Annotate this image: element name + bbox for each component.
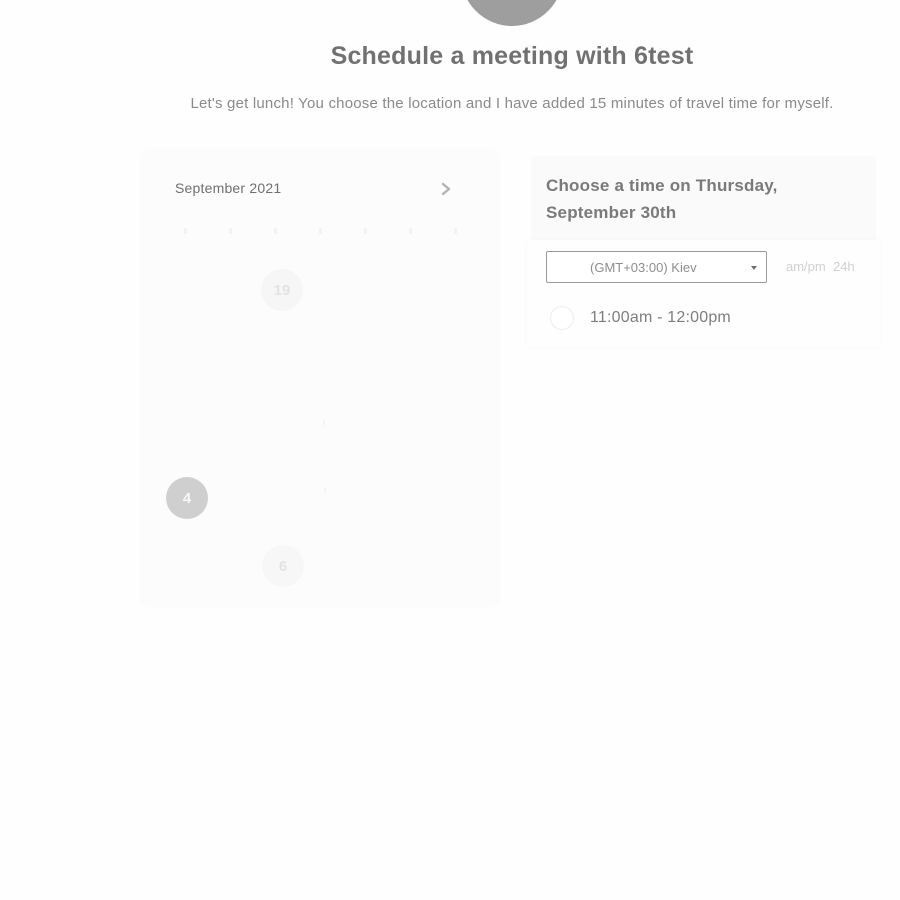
weekday-marker	[184, 228, 187, 234]
calendar-faint-mark	[323, 420, 325, 425]
time-panel-header: Choose a time on Thursday, September 30t…	[531, 156, 876, 240]
radio-icon[interactable]	[550, 306, 574, 330]
weekday-marker	[319, 228, 322, 234]
time-format-toggle: am/pm 24h	[786, 259, 855, 274]
timezone-select[interactable]: (GMT+03:00) Kiev	[546, 251, 767, 283]
weekday-marker	[364, 228, 367, 234]
timezone-value: (GMT+03:00) Kiev	[590, 260, 697, 275]
weekday-marker	[409, 228, 412, 234]
weekday-header	[163, 228, 478, 238]
time-slot[interactable]: 11:00am - 12:00pm	[548, 304, 798, 334]
page-title: Schedule a meeting with 6test	[330, 42, 694, 70]
format-ampm-option[interactable]: am/pm	[786, 259, 826, 274]
chevron-right-icon[interactable]	[439, 181, 453, 197]
format-24h-option[interactable]: 24h	[833, 259, 855, 274]
weekday-marker	[454, 228, 457, 234]
time-panel-title: Choose a time on Thursday, September 30t…	[546, 176, 778, 222]
calendar-month-label: September 2021	[175, 180, 282, 196]
scheduling-page: Schedule a meeting with 6test Let's get …	[0, 0, 900, 900]
calendar-day[interactable]: 6	[262, 545, 304, 587]
calendar-faint-mark	[324, 488, 326, 493]
calendar-day[interactable]: 19	[261, 269, 303, 311]
time-slot-label: 11:00am - 12:00pm	[590, 309, 731, 326]
calendar-day-selected[interactable]: 4	[166, 477, 208, 519]
weekday-marker	[274, 228, 277, 234]
meeting-description: Let's get lunch! You choose the location…	[190, 95, 834, 112]
host-avatar	[461, 0, 563, 26]
calendar-card: September 2021 19 4 6	[143, 152, 497, 604]
weekday-marker	[229, 228, 232, 234]
caret-down-icon	[751, 266, 757, 270]
